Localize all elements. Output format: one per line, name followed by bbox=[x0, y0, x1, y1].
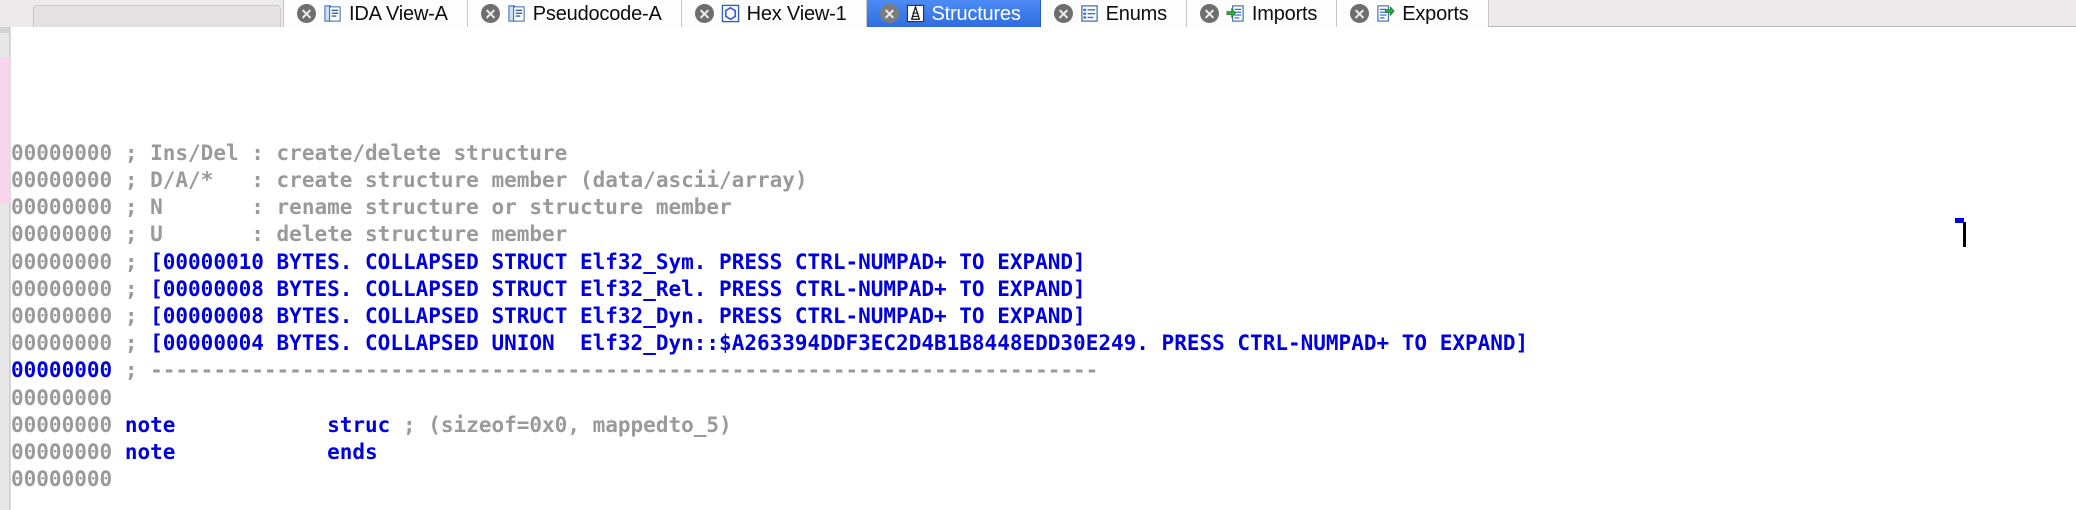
line-comment: ; bbox=[124, 249, 151, 274]
line-comment: ; --------------------------------------… bbox=[124, 358, 1099, 383]
close-icon[interactable] bbox=[879, 4, 899, 23]
line-keyword: note bbox=[124, 412, 328, 437]
line-address: 00000000 bbox=[11, 467, 113, 492]
line-comment: ; bbox=[124, 331, 151, 356]
line-comment: ; D/A/* : create structure member (data/… bbox=[124, 168, 808, 192]
listing-line[interactable]: 00000000 ; [00000010 BYTES. COLLAPSED ST… bbox=[11, 249, 2076, 276]
line-address: 00000000 bbox=[11, 358, 113, 383]
line-address: 00000000 bbox=[11, 276, 113, 301]
listing-line[interactable]: 00000000 ; U : delete structure member bbox=[11, 221, 2076, 248]
listing-line[interactable]: 00000000 bbox=[11, 385, 2076, 412]
line-keyword: note bbox=[124, 439, 328, 464]
tab-exports[interactable]: Exports bbox=[1337, 0, 1489, 27]
tab-list: IDA View-A Pseudocode-A Hex View-1 Structur… bbox=[284, 0, 1489, 27]
line-keyword: [00000008 BYTES. COLLAPSED STRUCT Elf32_… bbox=[150, 303, 1086, 328]
line-keyword: [00000010 BYTES. COLLAPSED STRUCT Elf32_… bbox=[150, 249, 1086, 274]
tab-label: Exports bbox=[1402, 2, 1469, 25]
line-address: 00000000 bbox=[11, 439, 113, 464]
document-lines-icon bbox=[324, 5, 341, 22]
hexagon-icon bbox=[721, 4, 739, 23]
line-address: 00000000 bbox=[11, 249, 113, 274]
line-comment: ; N : rename structure or structure memb… bbox=[124, 195, 732, 220]
line-comment: ; U : delete structure member bbox=[124, 222, 568, 247]
listing-line[interactable]: 00000000 ; N : rename structure or struc… bbox=[11, 194, 2076, 221]
listing-line[interactable]: 00000000 note ends bbox=[11, 439, 2076, 466]
navigation-gutter-band bbox=[0, 57, 10, 203]
line-address: 00000000 bbox=[11, 385, 113, 410]
document-lines-icon bbox=[508, 5, 525, 22]
tab-bar-left-spacer bbox=[0, 0, 284, 27]
line-address: 00000000 bbox=[11, 222, 113, 247]
line-keyword: [00000008 BYTES. COLLAPSED STRUCT Elf32_… bbox=[150, 276, 1086, 301]
tab-bar-left-spacer-panel bbox=[33, 5, 281, 27]
import-arrow-icon bbox=[1226, 5, 1244, 22]
line-keyword: ends bbox=[327, 439, 378, 464]
line-address: 00000000 bbox=[11, 303, 113, 328]
line-comment: ; Ins/Del : create/delete structure bbox=[124, 140, 568, 165]
line-keyword: struc bbox=[327, 412, 403, 437]
line-address: 00000000 bbox=[11, 195, 113, 220]
line-comment: ; bbox=[124, 276, 151, 301]
close-icon[interactable] bbox=[480, 4, 500, 23]
tab-enums[interactable]: Enums bbox=[1040, 0, 1187, 27]
structures-view[interactable]: 00000000 ; Ins/Del : create/delete struc… bbox=[0, 27, 2076, 510]
listing-line[interactable]: 00000000 bbox=[11, 466, 2076, 493]
close-icon[interactable] bbox=[1199, 4, 1219, 23]
enum-list-icon bbox=[1081, 5, 1098, 22]
view-tab-bar: IDA View-A Pseudocode-A Hex View-1 Structur… bbox=[0, 0, 2076, 27]
line-address: 00000000 bbox=[11, 140, 113, 165]
navigation-gutter-tick bbox=[0, 27, 10, 33]
listing-line[interactable]: 00000000 ; [00000008 BYTES. COLLAPSED ST… bbox=[11, 276, 2076, 303]
tab-label: Structures bbox=[931, 2, 1021, 25]
tab-imports[interactable]: Imports bbox=[1186, 0, 1338, 27]
export-arrow-icon bbox=[1377, 5, 1395, 22]
structures-disassembly-listing[interactable]: 00000000 ; Ins/Del : create/delete struc… bbox=[10, 27, 2076, 510]
tab-hex-view-1[interactable]: Hex View-1 bbox=[681, 0, 867, 27]
tab-label: Enums bbox=[1105, 2, 1167, 25]
listing-line[interactable]: 00000000 ; D/A/* : create structure memb… bbox=[11, 167, 2076, 194]
line-keyword: [00000004 BYTES. COLLAPSED UNION Elf32_D… bbox=[150, 331, 1529, 356]
line-comment: ; bbox=[124, 303, 151, 328]
tab-pseudocode-a[interactable]: Pseudocode-A bbox=[467, 0, 682, 27]
listing-line[interactable]: 00000000 ; [00000008 BYTES. COLLAPSED ST… bbox=[11, 303, 2076, 330]
navigation-gutter[interactable] bbox=[0, 27, 10, 510]
tab-label: Imports bbox=[1251, 2, 1318, 25]
line-comment: ; (sizeof=0x0, mappedto_5) bbox=[402, 412, 732, 437]
tab-structures[interactable]: Structures bbox=[866, 0, 1041, 27]
line-address: 00000000 bbox=[11, 412, 113, 437]
tab-label: Pseudocode-A bbox=[532, 2, 662, 25]
close-icon[interactable] bbox=[297, 4, 316, 23]
ida-structures-window: IDA View-A Pseudocode-A Hex View-1 Structur… bbox=[0, 0, 2076, 510]
line-address: 00000000 bbox=[11, 168, 113, 192]
tab-label: Hex View-1 bbox=[746, 2, 847, 25]
listing-line[interactable]: 00000000 ; Ins/Del : create/delete struc… bbox=[11, 140, 2076, 167]
text-caret bbox=[1963, 222, 1966, 247]
close-icon[interactable] bbox=[1350, 4, 1370, 23]
line-address: 00000000 bbox=[11, 331, 113, 356]
structures-icon bbox=[906, 4, 924, 23]
tab-ida-view-a[interactable]: IDA View-A bbox=[284, 0, 468, 27]
listing-line[interactable]: 00000000 ; -----------------------------… bbox=[11, 357, 2076, 384]
tab-label: IDA View-A bbox=[349, 2, 448, 25]
listing-line[interactable]: 00000000 note struc ; (sizeof=0x0, mappe… bbox=[11, 412, 2076, 439]
close-icon[interactable] bbox=[694, 4, 714, 23]
close-icon[interactable] bbox=[1053, 4, 1073, 23]
listing-line[interactable]: 00000000 ; [00000004 BYTES. COLLAPSED UN… bbox=[11, 330, 2076, 357]
